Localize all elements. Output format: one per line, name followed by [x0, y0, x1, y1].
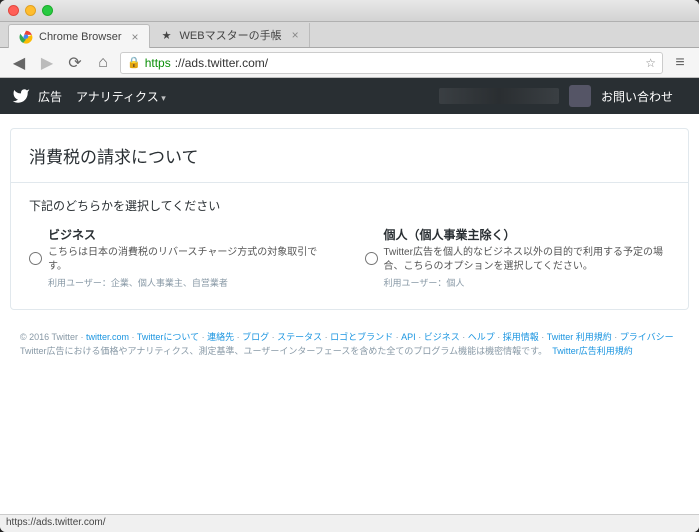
footer-link[interactable]: Twitterについて	[137, 332, 199, 342]
site-footer: © 2016 Twitter · twitter.com · Twitterにつ…	[10, 324, 689, 373]
option-title: 個人（個人事業主除く）	[384, 226, 671, 243]
account-switcher[interactable]	[439, 88, 559, 104]
nav-contact[interactable]: お問い合わせ	[601, 88, 673, 105]
forward-button[interactable]: ▶	[36, 52, 58, 74]
star-icon: ★	[160, 28, 174, 42]
site-topnav: 広告 アナリティクス お問い合わせ	[0, 78, 699, 114]
footer-link[interactable]: 連絡先	[207, 332, 234, 342]
avatar[interactable]	[569, 85, 591, 107]
nav-analytics[interactable]: アナリティクス	[76, 88, 166, 105]
lock-icon: 🔒	[127, 56, 141, 69]
tab-title: Chrome Browser	[39, 31, 122, 43]
browser-tab[interactable]: Chrome Browser ×	[8, 24, 150, 48]
status-text: https://ads.twitter.com/	[6, 517, 105, 528]
footer-link[interactable]: Twitter 利用規約	[547, 332, 612, 342]
url-path: ://ads.twitter.com/	[175, 56, 268, 70]
option-title: ビジネス	[48, 226, 335, 243]
option-desc: こちらは日本の消費税のリバースチャージ方式の対象取引です。	[48, 246, 335, 274]
radio-personal[interactable]	[365, 228, 378, 289]
chrome-icon	[19, 30, 33, 44]
browser-toolbar: ◀ ▶ ⟳ ⌂ 🔒 https ://ads.twitter.com/ ☆ ≡	[0, 48, 699, 78]
footer-link[interactable]: ビジネス	[424, 332, 460, 342]
url-bar[interactable]: 🔒 https ://ads.twitter.com/ ☆	[120, 52, 663, 74]
browser-menu-button[interactable]: ≡	[669, 52, 691, 74]
window-minimize-button[interactable]	[25, 5, 36, 16]
footer-link[interactable]: ヘルプ	[468, 332, 495, 342]
tab-close-icon[interactable]: ×	[132, 30, 139, 44]
page-content: 広告 アナリティクス お問い合わせ 消費税の請求について 下記のどちらかを選択し…	[0, 78, 699, 514]
window-titlebar	[0, 0, 699, 22]
footer-link[interactable]: ロゴとブランド	[330, 332, 393, 342]
home-button[interactable]: ⌂	[92, 52, 114, 74]
browser-tabbar: Chrome Browser × ★ WEBマスターの手帳 ×	[0, 22, 699, 48]
footer-link[interactable]: twitter.com	[86, 332, 129, 342]
radio-business[interactable]	[29, 228, 42, 289]
window-close-button[interactable]	[8, 5, 19, 16]
footer-link[interactable]: ステータス	[277, 332, 322, 342]
tax-card: 消費税の請求について 下記のどちらかを選択してください ビジネス こちらは日本の…	[10, 128, 689, 310]
option-desc: Twitter広告を個人的なビジネス以外の目的で利用する予定の場合、こちらのオプ…	[384, 246, 671, 274]
option-business[interactable]: ビジネス こちらは日本の消費税のリバースチャージ方式の対象取引です。 利用ユーザ…	[29, 226, 335, 289]
tab-title: WEBマスターの手帳	[180, 27, 282, 43]
browser-statusbar: https://ads.twitter.com/	[0, 514, 699, 532]
twitter-logo-icon[interactable]	[12, 87, 30, 105]
option-meta: 利用ユーザー：企業、個人事業主、自営業者	[48, 276, 335, 289]
footer-link[interactable]: API	[401, 332, 416, 342]
footer-link[interactable]: プライバシー	[620, 332, 674, 342]
footer-terms-link[interactable]: Twitter広告利用規約	[552, 346, 633, 356]
option-meta: 利用ユーザー：個人	[384, 276, 671, 289]
bookmark-icon[interactable]: ☆	[645, 56, 656, 70]
nav-brand[interactable]: 広告	[38, 88, 62, 105]
url-protocol: https	[145, 56, 171, 70]
option-personal[interactable]: 個人（個人事業主除く） Twitter広告を個人的なビジネス以外の目的で利用する…	[365, 226, 671, 289]
reload-button[interactable]: ⟳	[64, 52, 86, 74]
tab-close-icon[interactable]: ×	[292, 28, 299, 42]
footer-copyright: © 2016 Twitter	[20, 332, 78, 342]
footer-link[interactable]: 採用情報	[503, 332, 539, 342]
card-subtitle: 下記のどちらかを選択してください	[29, 197, 670, 214]
footer-link[interactable]: ブログ	[242, 332, 269, 342]
window-zoom-button[interactable]	[42, 5, 53, 16]
card-title: 消費税の請求について	[11, 129, 688, 183]
back-button[interactable]: ◀	[8, 52, 30, 74]
browser-tab[interactable]: ★ WEBマスターの手帳 ×	[150, 23, 310, 47]
footer-note: Twitter広告における価格やアナリティクス、測定基準、ユーザーインターフェー…	[20, 346, 547, 356]
